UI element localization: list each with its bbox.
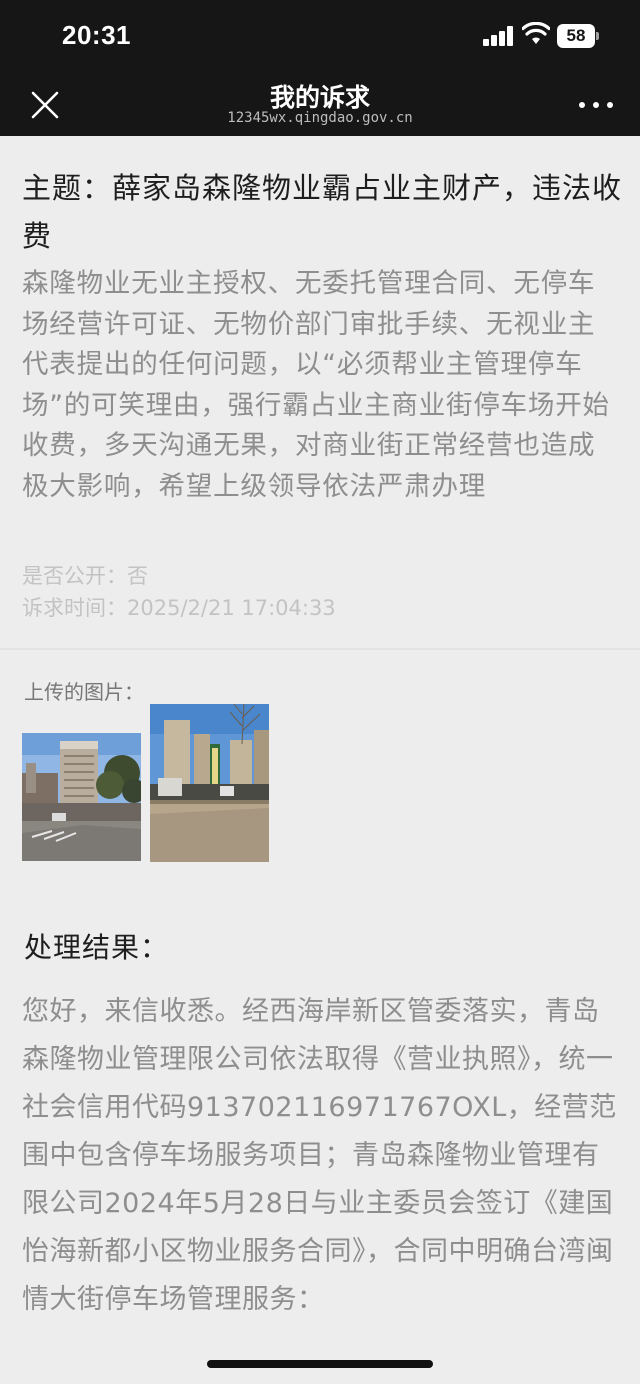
battery-level: 58 xyxy=(557,24,595,48)
page-title: 我的诉求 xyxy=(269,83,370,112)
home-indicator[interactable] xyxy=(207,1360,433,1368)
divider xyxy=(0,648,640,650)
is-public-field: 是否公开：否 xyxy=(22,564,148,588)
content-area[interactable]: 主题：薛家岛森隆物业霸占业主财产，违法收费 森隆物业无业主授权、无委托管理合同、… xyxy=(0,136,640,1384)
status-bar: 20:31 58 xyxy=(0,0,640,74)
battery-icon: 58 xyxy=(557,24,599,48)
result-text: 您好，来信收悉。经西海岸新区管委落实，青岛森隆物业管理限公司依法取得《营业执照》… xyxy=(22,996,617,1315)
wifi-icon xyxy=(522,22,550,44)
status-time: 20:31 xyxy=(62,20,131,50)
request-subject: 主题：薛家岛森隆物业霸占业主财产，违法收费 xyxy=(22,171,623,253)
page-url: 12345wx.qingdao.gov.cn xyxy=(227,110,413,126)
signal-icon xyxy=(483,26,515,46)
uploaded-photo-2[interactable] xyxy=(150,704,269,862)
uploaded-photo-1[interactable] xyxy=(22,733,141,861)
more-icon[interactable] xyxy=(576,96,616,112)
request-description: 森隆物业无业主授权、无委托管理合同、无停车场经营许可证、无物价部门审批手续、无视… xyxy=(22,268,610,502)
nav-bar: 我的诉求 12345wx.qingdao.gov.cn xyxy=(0,74,640,136)
request-time-field: 诉求时间：2025/2/21 17:04:33 xyxy=(22,596,336,620)
uploaded-images-label: 上传的图片： xyxy=(24,680,144,704)
result-title: 处理结果： xyxy=(24,931,170,964)
